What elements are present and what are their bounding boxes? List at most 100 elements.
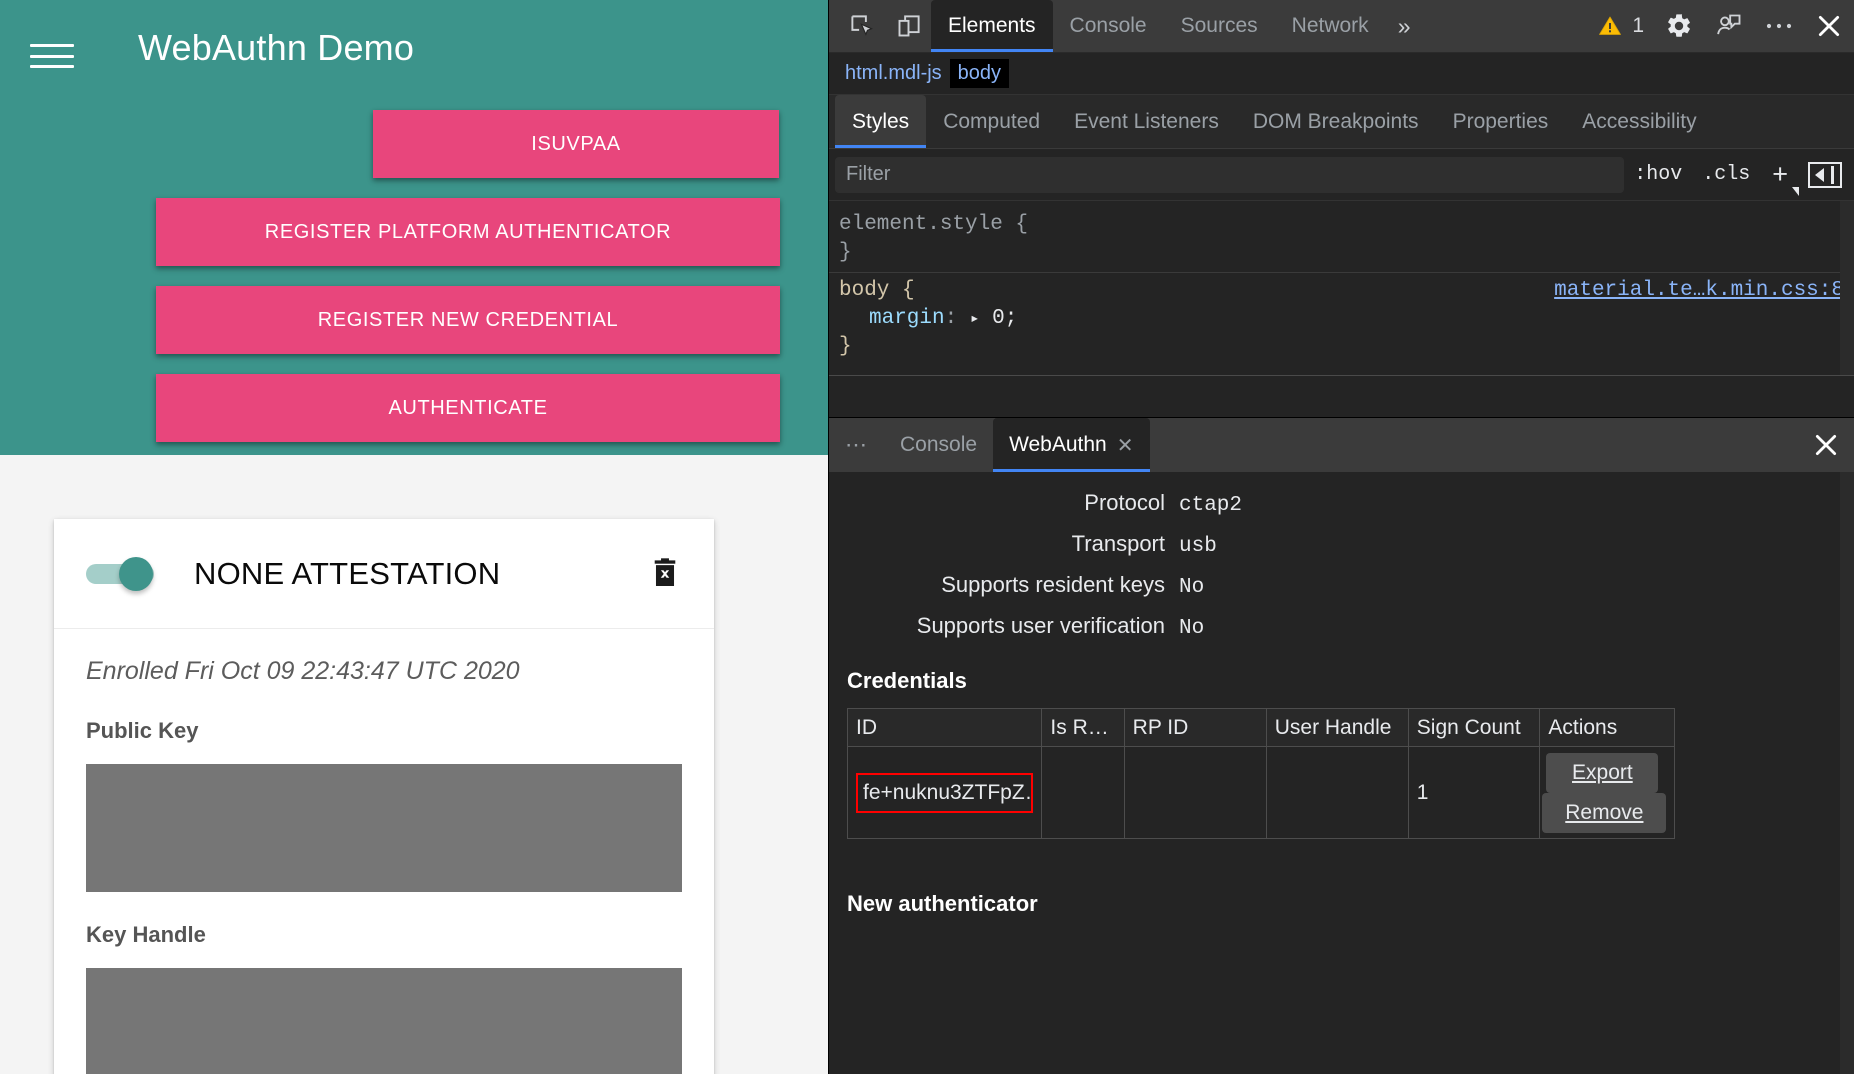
styles-filter-input[interactable] [835, 156, 1625, 193]
body-close: } [839, 334, 852, 358]
style-source-link[interactable]: material.te…k.min.css:8 [1554, 277, 1844, 305]
trash-delete-icon [654, 557, 676, 586]
column-header-rp-id[interactable]: RP ID [1123, 708, 1267, 747]
table-row[interactable]: fe+nuknu3ZTFpZ… 1 Export Remove [846, 746, 1675, 839]
drawer-more-tabs-icon[interactable]: ⋯ [835, 418, 884, 472]
sidebar-tab-styles-label: Styles [852, 109, 910, 133]
sidebar-tab-accessibility[interactable]: Accessibility [1565, 95, 1713, 148]
devtools-tab-sources[interactable]: Sources [1164, 0, 1275, 52]
devtools-drawer: ⋯ Console WebAuthn ✕ Protocol ctap2 Tran… [829, 417, 1854, 1074]
column-header-id[interactable]: ID [846, 708, 1043, 747]
credential-id-value: fe+nuknu3ZTFpZ… [856, 772, 1034, 813]
drawer-scrollbar[interactable] [1840, 472, 1854, 1074]
export-credential-button[interactable]: Export [1546, 753, 1659, 793]
breadcrumb-item-html[interactable]: html.mdl-js [837, 59, 950, 88]
isuvpaa-button[interactable]: ISUVPAA [373, 110, 779, 178]
authenticator-field-transport-label: Transport [1071, 531, 1165, 556]
attestation-toggle-switch[interactable] [86, 556, 154, 591]
authenticator-field-protocol: Protocol ctap2 [829, 490, 1854, 517]
column-header-user-handle[interactable]: User Handle [1265, 708, 1409, 747]
hamburger-menu-icon[interactable] [30, 40, 74, 72]
element-style-selector: element.style { [839, 213, 1029, 236]
page-title: WebAuthn Demo [138, 27, 415, 68]
feedback-button[interactable] [1704, 0, 1754, 52]
device-toolbar-icon[interactable] [885, 0, 931, 52]
breadcrumb-item-body[interactable]: body [949, 59, 1010, 88]
warning-triangle-icon [1599, 16, 1622, 35]
register-platform-authenticator-button[interactable]: REGISTER PLATFORM AUTHENTICATOR [156, 198, 780, 266]
sidebar-tab-properties[interactable]: Properties [1436, 95, 1566, 148]
sidebar-tab-styles[interactable]: Styles [835, 95, 927, 148]
credential-card-title: NONE ATTESTATION [194, 555, 501, 591]
devtools-tab-console[interactable]: Console [1053, 0, 1164, 52]
sidebar-tab-computed-label: Computed [943, 109, 1041, 133]
chevron-double-right-icon[interactable]: » [1386, 0, 1423, 52]
devtools-tab-sources-label: Sources [1180, 14, 1258, 37]
cls-toggle-button[interactable]: .cls [1692, 163, 1760, 186]
authenticator-field-resident-keys: Supports resident keys No [829, 572, 1854, 599]
warning-indicator[interactable]: 1 [1587, 0, 1654, 52]
sidebar-tab-event-listeners[interactable]: Event Listeners [1057, 95, 1236, 148]
styles-rules-list: element.style { } material.te…k.min.css:… [829, 201, 1854, 375]
sidebar-tab-dom-breakpoints[interactable]: DOM Breakpoints [1236, 95, 1436, 148]
column-header-actions: Actions [1539, 708, 1675, 747]
credential-card-body: Enrolled Fri Oct 09 22:43:47 UTC 2020 Pu… [54, 629, 714, 1074]
devtools-tab-console-label: Console [1069, 14, 1147, 37]
credential-card: NONE ATTESTATION Enrolled Fri Oct 09 22:… [54, 519, 714, 1074]
app-header: WebAuthn Demo ISUVPAA REGISTER PLATFORM … [0, 0, 828, 455]
devtools-toolbar: Elements Console Sources Network » 1 [829, 0, 1854, 53]
styles-scrollbar[interactable] [1840, 201, 1854, 375]
credentials-table: ID Is R… RP ID User Handle Sign Count Ac… [846, 708, 1675, 839]
dom-breadcrumb: html.mdl-js body [829, 53, 1854, 95]
authenticator-field-transport: Transport usb [829, 531, 1854, 558]
close-devtools-button[interactable] [1804, 0, 1854, 52]
element-style-close: } [839, 240, 852, 264]
public-key-value-block [86, 764, 682, 892]
remove-credential-button[interactable]: Remove [1542, 793, 1667, 833]
settings-button[interactable] [1654, 0, 1704, 52]
devtools-tab-network[interactable]: Network [1275, 0, 1386, 52]
enrolled-timestamp: Enrolled Fri Oct 09 22:43:47 UTC 2020 [86, 657, 520, 685]
authenticate-button[interactable]: AUTHENTICATE [156, 374, 780, 442]
drawer-close-icon[interactable] [1798, 418, 1854, 472]
new-authenticator-heading: New authenticator [847, 891, 1038, 916]
register-new-credential-button[interactable]: REGISTER NEW CREDENTIAL [156, 286, 780, 354]
cell-credential-id[interactable]: fe+nuknu3ZTFpZ… [846, 746, 1043, 839]
sidebar-tab-dom-breakpoints-label: DOM Breakpoints [1252, 109, 1419, 133]
declaration-margin-value: 0; [992, 307, 1018, 331]
expand-shorthand-icon[interactable]: ▸ [970, 310, 980, 328]
web-page-pane: WebAuthn Demo ISUVPAA REGISTER PLATFORM … [0, 0, 828, 1074]
credentials-heading: Credentials [847, 668, 967, 693]
declaration-margin[interactable]: margin: ▸ 0; [839, 305, 1844, 333]
delete-credential-button[interactable] [642, 551, 688, 597]
devtools-tab-elements[interactable]: Elements [931, 0, 1053, 52]
hov-toggle-button[interactable]: :hov [1624, 163, 1692, 186]
sidebar-tab-properties-label: Properties [1452, 109, 1549, 133]
sidebar-tab-event-listeners-label: Event Listeners [1074, 109, 1219, 133]
panel-resizer[interactable] [829, 375, 1854, 417]
drawer-tab-console[interactable]: Console [884, 418, 993, 472]
style-rule-element-style[interactable]: element.style { } [829, 207, 1854, 272]
authenticator-field-protocol-label: Protocol [1084, 490, 1165, 515]
plus-new-style-rule-icon[interactable]: + [1760, 161, 1802, 196]
style-rule-body[interactable]: material.te…k.min.css:8 body { margin: ▸… [829, 272, 1854, 366]
credentials-table-header-row: ID Is R… RP ID User Handle Sign Count Ac… [846, 708, 1675, 747]
sidebar-tab-computed[interactable]: Computed [926, 95, 1057, 148]
authenticator-field-user-verification: Supports user verification No [829, 613, 1854, 640]
more-options-dots-icon [1766, 23, 1792, 29]
authenticator-field-user-verification-value: No [1179, 617, 1205, 640]
column-header-is-resident[interactable]: Is R… [1041, 708, 1125, 747]
more-options-button[interactable] [1754, 0, 1804, 52]
public-key-label: Public Key [86, 718, 199, 743]
styles-sidebar-tabs: Styles Computed Event Listeners DOM Brea… [829, 95, 1854, 149]
devtools-panel: Elements Console Sources Network » 1 htm… [828, 0, 1854, 1074]
close-x-icon [1818, 15, 1840, 37]
toggle-computed-sidebar-icon[interactable] [1808, 161, 1842, 188]
inspect-element-icon[interactable] [839, 0, 885, 52]
drawer-tab-webauthn-close-icon[interactable]: ✕ [1117, 433, 1134, 458]
devtools-tab-elements-label: Elements [948, 14, 1036, 37]
drawer-tab-webauthn[interactable]: WebAuthn ✕ [993, 418, 1150, 472]
column-header-sign-count[interactable]: Sign Count [1407, 708, 1541, 747]
key-handle-label: Key Handle [86, 922, 206, 947]
